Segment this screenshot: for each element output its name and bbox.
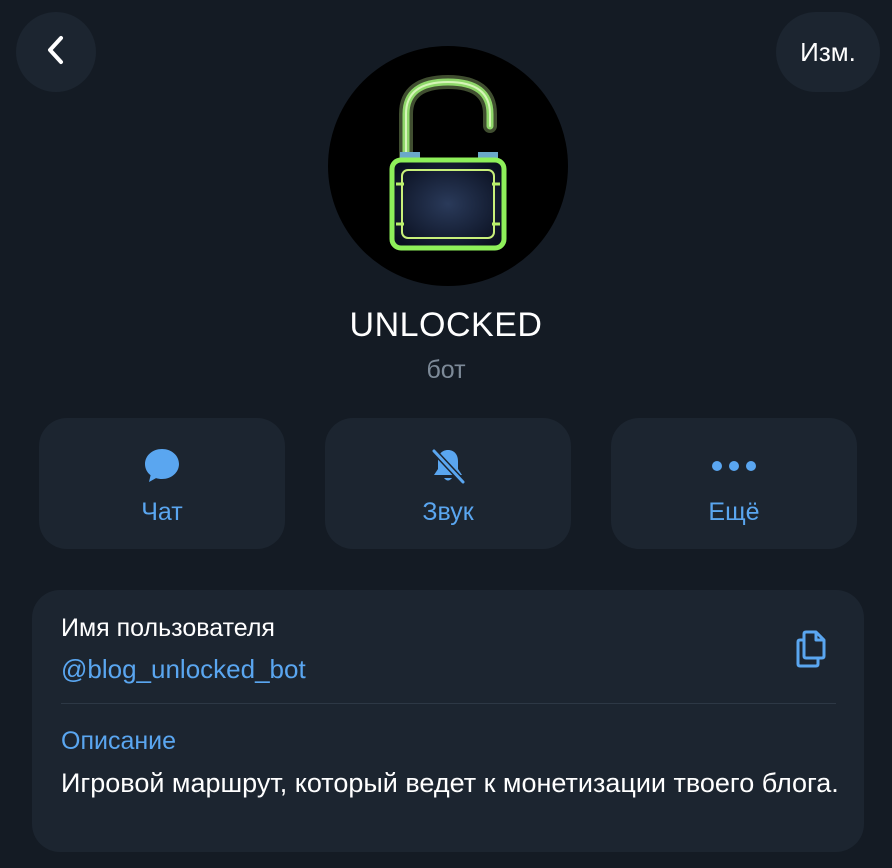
username-label: Имя пользователя xyxy=(61,614,275,642)
mute-label: Звук xyxy=(422,498,474,526)
edit-button[interactable]: Изм. xyxy=(776,12,880,92)
bell-slash-icon xyxy=(428,446,468,491)
copy-icon xyxy=(792,630,836,674)
divider xyxy=(61,703,836,704)
more-dots-icon xyxy=(711,459,757,477)
description-text: Игровой маршрут, который ведет к монетиз… xyxy=(61,768,839,798)
chat-bubble-icon xyxy=(142,446,182,491)
profile-name: UNLOCKED xyxy=(349,306,543,344)
bot-profile-screen: Изм. UNLOCKED бот Чат Звук Ещё Имя польз… xyxy=(0,0,892,868)
chat-button[interactable]: Чат xyxy=(39,418,285,549)
back-button[interactable] xyxy=(16,12,96,92)
chat-label: Чат xyxy=(141,498,183,526)
unlocked-padlock-icon xyxy=(328,46,568,286)
more-label: Ещё xyxy=(708,498,760,526)
more-button[interactable]: Ещё xyxy=(611,418,857,549)
username-value[interactable]: @blog_unlocked_bot xyxy=(61,654,306,685)
edit-label: Изм. xyxy=(800,36,856,67)
copy-button[interactable] xyxy=(792,626,836,670)
info-card: Имя пользователя @blog_unlocked_bot Опис… xyxy=(32,590,864,852)
avatar[interactable] xyxy=(328,46,568,286)
profile-subtitle: бот xyxy=(426,356,466,384)
description-label: Описание xyxy=(61,727,177,755)
mute-button[interactable]: Звук xyxy=(325,418,571,549)
chevron-left-icon xyxy=(44,34,68,71)
